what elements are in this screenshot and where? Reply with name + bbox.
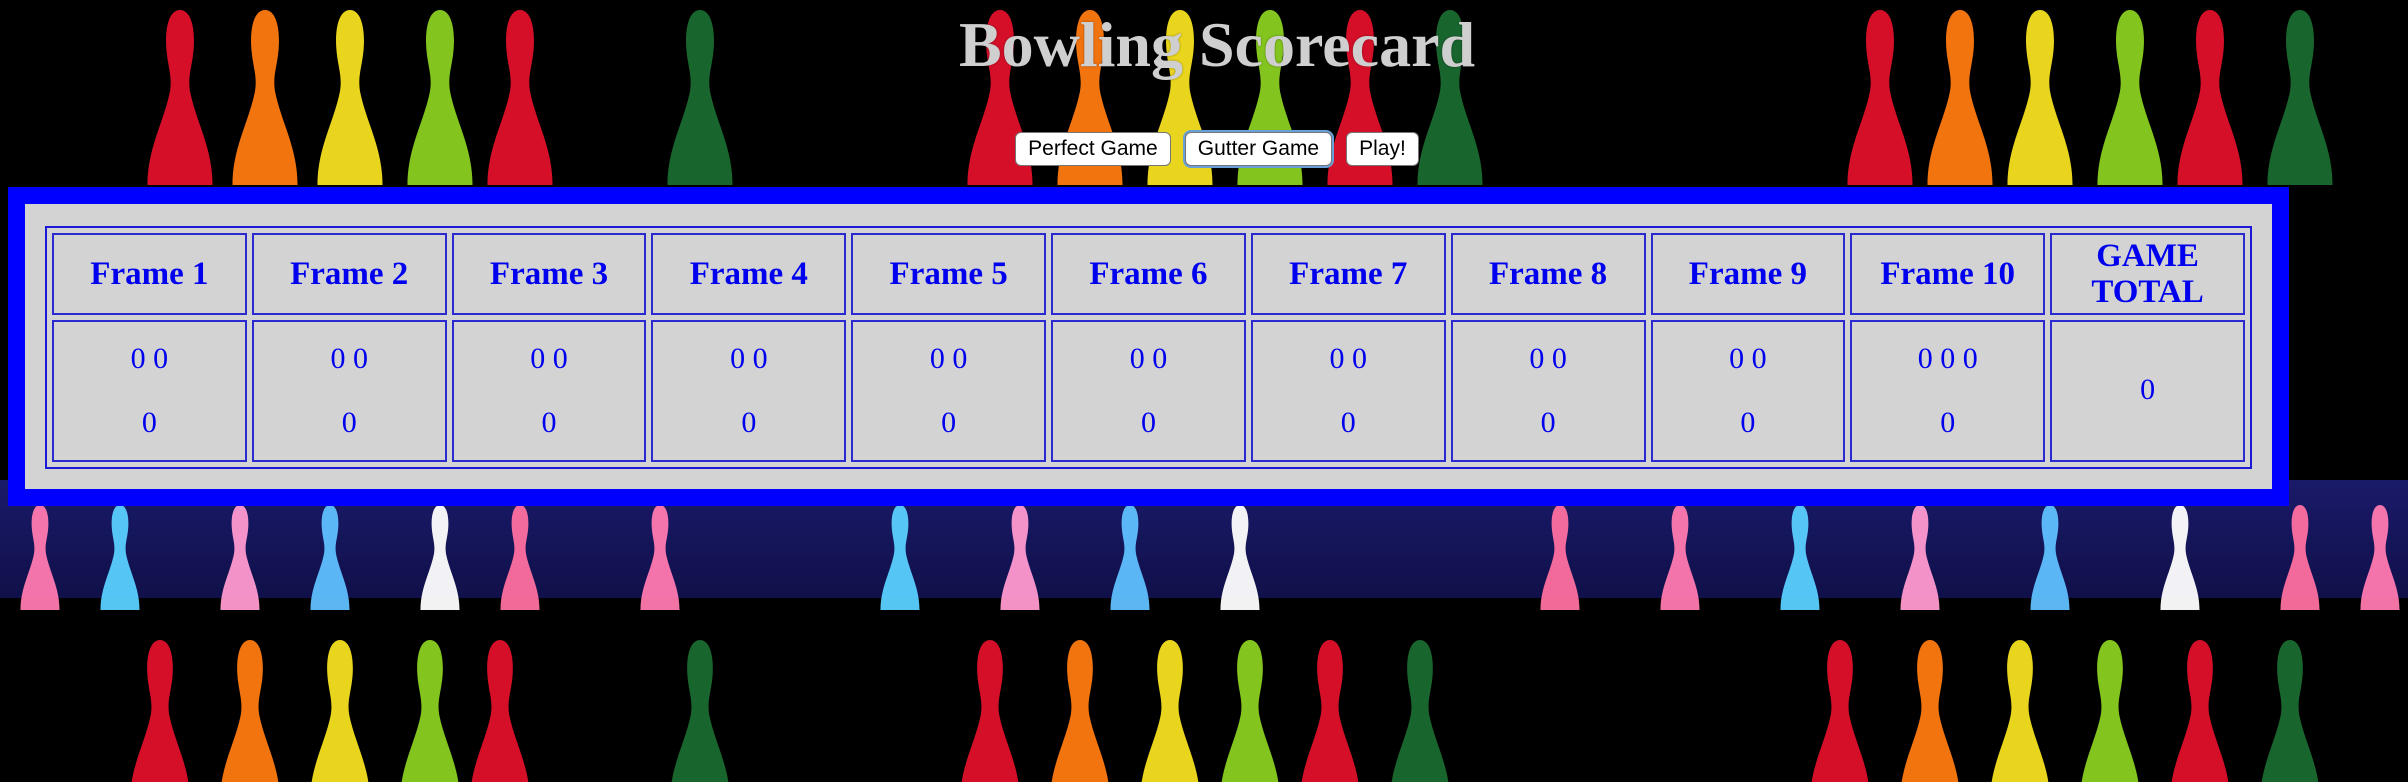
frame-cell: 0 0 0 <box>1650 320 1846 462</box>
frame-cell: 0 0 0 <box>1051 320 1246 462</box>
frame-rolls: 0 0 <box>330 342 368 375</box>
frame-score-row: 0 00 0 00 0 00 0 00 0 00 0 00 0 00 0 00 … <box>52 320 2245 462</box>
frame-rolls: 0 0 <box>1729 342 1767 375</box>
frame-header: Frame 7 <box>1250 233 1446 315</box>
frame-rolls: 0 0 <box>1329 342 1368 375</box>
game-total-cell: 0 <box>2050 320 2245 462</box>
frame-header: Frame 9 <box>1650 233 1846 315</box>
frame-total: 0 <box>341 406 357 439</box>
frame-cell: 0 0 0 0 <box>1850 320 2046 462</box>
frame-header-row: Frame 1 Frame 2 Frame 3 Frame 4 Frame 5 … <box>52 233 2245 315</box>
frame-header: Frame 8 <box>1450 233 1646 315</box>
frame-header: Frame 1 <box>52 233 247 315</box>
page-title: Bowling Scorecard <box>958 9 1476 80</box>
perfect-game-button[interactable]: Perfect Game <box>1015 132 1171 166</box>
frame-header: Frame 5 <box>851 233 1047 315</box>
frame-header: Frame 6 <box>1051 233 1246 315</box>
frame-cell: 0 0 0 <box>52 320 247 462</box>
frame-header: Frame 4 <box>651 233 847 315</box>
frame-rolls: 0 0 <box>929 342 968 375</box>
frame-cell: 0 0 0 <box>1450 320 1646 462</box>
scorecard-panel: Frame 1 Frame 2 Frame 3 Frame 4 Frame 5 … <box>25 204 2272 489</box>
frame-total: 0 <box>1340 406 1356 439</box>
button-bar: Perfect Game Gutter Game Play! <box>0 132 2408 166</box>
scorecard-table: Frame 1 Frame 2 Frame 3 Frame 4 Frame 5 … <box>45 226 2252 469</box>
frame-total: 0 <box>1540 406 1556 439</box>
frame-total: 0 <box>541 406 557 439</box>
frame-total: 0 <box>941 406 957 439</box>
frame-cell: 0 0 0 <box>1250 320 1446 462</box>
gutter-game-button[interactable]: Gutter Game <box>1184 132 1333 166</box>
frame-total: 0 <box>1940 406 1956 439</box>
frame-header: Frame 10 <box>1850 233 2046 315</box>
scorecard-board: Frame 1 Frame 2 Frame 3 Frame 4 Frame 5 … <box>8 187 2289 506</box>
frame-total: 0 <box>741 406 757 439</box>
frame-total: 0 <box>141 406 157 439</box>
play-button[interactable]: Play! <box>1346 132 1419 166</box>
frame-rolls: 0 0 <box>130 342 169 375</box>
frame-rolls: 0 0 0 <box>1917 342 1978 375</box>
frame-header: Frame 2 <box>251 233 447 315</box>
frame-rolls: 0 0 <box>530 342 568 375</box>
frame-cell: 0 0 0 <box>851 320 1047 462</box>
frame-rolls: 0 0 <box>1129 342 1168 375</box>
frame-total: 0 <box>1740 406 1756 439</box>
frame-cell: 0 0 0 <box>451 320 647 462</box>
frame-header: Frame 3 <box>451 233 647 315</box>
game-total-value: 0 <box>2140 373 2156 406</box>
frame-cell: 0 0 0 <box>651 320 847 462</box>
frame-rolls: 0 0 <box>730 342 768 375</box>
frame-rolls: 0 0 <box>1529 342 1567 375</box>
frame-cell: 0 0 0 <box>251 320 447 462</box>
frame-total: 0 <box>1140 406 1156 439</box>
game-total-header: GAME TOTAL <box>2050 233 2245 315</box>
